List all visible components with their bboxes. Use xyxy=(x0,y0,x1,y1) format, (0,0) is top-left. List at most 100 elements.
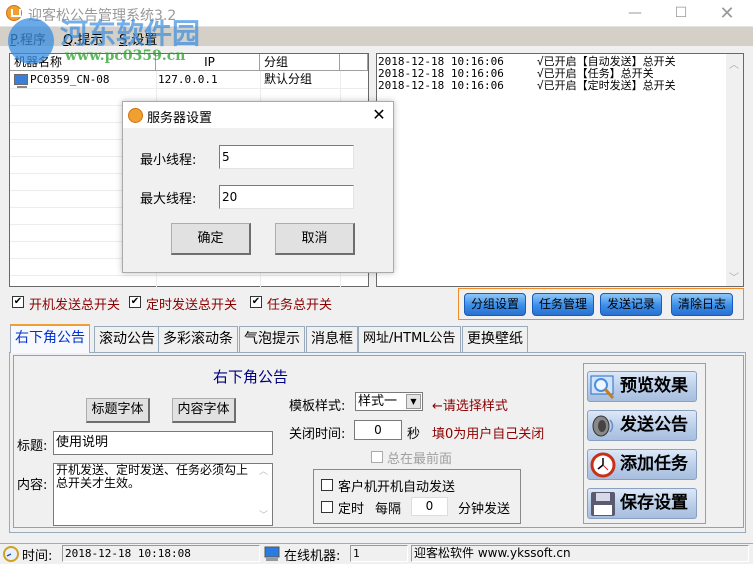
timed-send-switch-checkbox[interactable]: ✔ xyxy=(129,296,141,308)
ok-button[interactable]: 确定 xyxy=(171,223,251,255)
every-label: 每隔 xyxy=(375,502,402,517)
template-style-value: 样式一 xyxy=(358,394,398,409)
row-divider xyxy=(10,88,368,89)
minimize-button[interactable]: — xyxy=(612,0,658,27)
timed-label: 定时 xyxy=(338,502,365,517)
boot-send-switch-label: 开机发送总开关 xyxy=(29,298,121,313)
preview-button[interactable]: 预览效果 xyxy=(587,371,697,402)
title-label: 标题: xyxy=(17,439,48,454)
content-scrollbar[interactable]: ︿ ﹀ xyxy=(256,464,272,525)
content-font-button[interactable]: 内容字体 xyxy=(172,398,236,423)
company-info: 迎客松软件 www.ykssoft.cn xyxy=(411,545,749,562)
dialog-title: 服务器设置 xyxy=(147,111,213,126)
task-management-button[interactable]: 任务管理 xyxy=(532,293,594,316)
tab-scroll-notice[interactable]: 滚动公告 xyxy=(94,326,160,352)
maximize-button[interactable]: ☐ xyxy=(658,0,704,27)
log-time: 2018-12-18 10:16:06 xyxy=(378,79,504,92)
time-label: 时间: xyxy=(22,549,53,564)
timed-send-switch-label: 定时发送总开关 xyxy=(146,298,238,313)
task-switch-label: 任务总开关 xyxy=(267,298,333,313)
boot-send-switch-checkbox[interactable]: ✔ xyxy=(12,296,24,308)
task-switch-checkbox[interactable]: ✔ xyxy=(250,296,262,308)
cancel-button[interactable]: 取消 xyxy=(275,223,355,255)
send-notice-button[interactable]: 发送公告 xyxy=(587,410,697,441)
template-style-label: 模板样式: xyxy=(289,399,346,414)
clock-icon xyxy=(590,452,616,478)
panel-heading: 右下角公告 xyxy=(213,368,289,386)
clear-log-button[interactable]: 清除日志 xyxy=(671,293,733,316)
chevron-down-icon[interactable]: ▼ xyxy=(406,394,421,409)
scroll-down-icon[interactable]: ﹀ xyxy=(259,510,268,523)
server-settings-dialog: 服务器设置 ✕ 最小线程: 5 最大线程: 20 确定 取消 xyxy=(122,101,394,273)
scroll-up-icon[interactable]: ︿ xyxy=(259,466,268,479)
auto-send-checkbox[interactable] xyxy=(321,479,333,491)
table-row[interactable]: PC0359_CN-08 127.0.0.1 默认分组 xyxy=(10,71,368,88)
close-time-input[interactable]: 0 xyxy=(354,420,402,440)
dialog-title-bar[interactable]: 服务器设置 ✕ xyxy=(123,102,393,128)
time-value: 2018-12-18 10:18:08 xyxy=(62,545,260,562)
title-input[interactable]: 使用说明 xyxy=(53,431,273,455)
min-threads-label: 最小线程: xyxy=(140,153,197,168)
log-panel[interactable]: 2018-12-18 10:16:06 √已开启【自动发送】总开关 2018-1… xyxy=(376,53,744,287)
max-threads-label: 最大线程: xyxy=(140,192,197,207)
save-settings-label: 保存设置 xyxy=(620,493,688,513)
dialog-close-button[interactable]: ✕ xyxy=(369,105,389,124)
interval-input[interactable]: 0 xyxy=(411,497,448,516)
always-on-top-label: 总在最前面 xyxy=(387,452,453,467)
max-threads-input[interactable]: 20 xyxy=(219,185,354,209)
tab-corner-notice[interactable]: 右下角公告 xyxy=(10,324,90,353)
close-time-hint: 填0为用户自己关闭 xyxy=(432,427,545,442)
content-textarea[interactable]: 开机发送、定时发送、任务必须勾上总开关才生效。 ︿ ﹀ xyxy=(53,463,273,526)
add-task-label: 添加任务 xyxy=(620,454,688,474)
timed-checkbox[interactable] xyxy=(321,501,333,513)
tab-color-scroll-bar[interactable]: 多彩滚动条 xyxy=(158,326,238,352)
column-header-extra[interactable] xyxy=(340,54,368,71)
magnifier-icon xyxy=(590,375,615,399)
floppy-disk-icon xyxy=(591,492,615,516)
log-entry: 2018-12-18 10:16:06 √已开启【定时发送】总开关 xyxy=(378,80,676,92)
scroll-up-icon[interactable]: ︿ xyxy=(729,56,739,71)
scroll-down-icon[interactable]: ﹀ xyxy=(729,269,739,284)
send-notice-label: 发送公告 xyxy=(620,415,688,435)
min-threads-input[interactable]: 5 xyxy=(219,145,354,169)
speaker-icon xyxy=(592,415,614,437)
computer-icon xyxy=(14,74,28,88)
row-divider xyxy=(10,275,368,276)
preview-label: 预览效果 xyxy=(620,376,688,396)
machine-ip: 127.0.0.1 xyxy=(158,73,218,86)
interval-unit: 分钟发送 xyxy=(458,502,511,517)
always-on-top-checkbox[interactable] xyxy=(371,451,383,463)
watermark-text: 河东软件园 xyxy=(60,17,201,50)
clock-icon xyxy=(3,546,19,562)
close-time-unit: 秒 xyxy=(407,427,421,442)
close-button[interactable]: ✕ xyxy=(704,0,750,27)
tab-bubble-tip[interactable]: 气泡提示 xyxy=(239,326,305,352)
computer-icon xyxy=(264,546,280,561)
title-font-button[interactable]: 标题字体 xyxy=(86,398,150,423)
log-scrollbar[interactable]: ︿ ﹀ xyxy=(726,54,743,286)
tab-url-html-notice[interactable]: 网址/HTML公告 xyxy=(358,326,461,352)
app-logo-icon xyxy=(128,108,143,123)
auto-send-label: 客户机开机自动发送 xyxy=(338,480,456,495)
online-machines-value: 1 xyxy=(350,545,408,562)
close-time-label: 关闭时间: xyxy=(289,427,346,442)
online-machines-label: 在线机器: xyxy=(284,549,341,564)
machine-group: 默认分组 xyxy=(264,72,313,86)
content-text: 开机发送、定时发送、任务必须勾上总开关才生效。 xyxy=(56,463,249,490)
send-records-button[interactable]: 发送记录 xyxy=(600,293,662,316)
action-buttons-group: 分组设置 任务管理 发送记录 清除日志 xyxy=(458,288,744,320)
template-style-select[interactable]: 样式一 ▼ xyxy=(355,392,423,411)
content-label: 内容: xyxy=(17,478,48,493)
group-settings-button[interactable]: 分组设置 xyxy=(464,293,526,316)
watermark-logo-icon xyxy=(8,18,54,64)
watermark-url: www.pc0359.cn xyxy=(65,48,186,64)
save-settings-button[interactable]: 保存设置 xyxy=(587,488,697,519)
log-message: √已开启【定时发送】总开关 xyxy=(536,79,676,92)
add-task-button[interactable]: 添加任务 xyxy=(587,449,697,480)
tab-message-box[interactable]: 消息框 xyxy=(306,326,358,352)
column-header-group[interactable]: 分组 xyxy=(260,54,340,71)
machine-name: PC0359_CN-08 xyxy=(30,73,110,86)
template-style-hint: ←请选择样式 xyxy=(432,399,508,414)
tab-change-wallpaper[interactable]: 更换壁纸 xyxy=(462,326,528,352)
app-logo-icon xyxy=(6,5,22,21)
